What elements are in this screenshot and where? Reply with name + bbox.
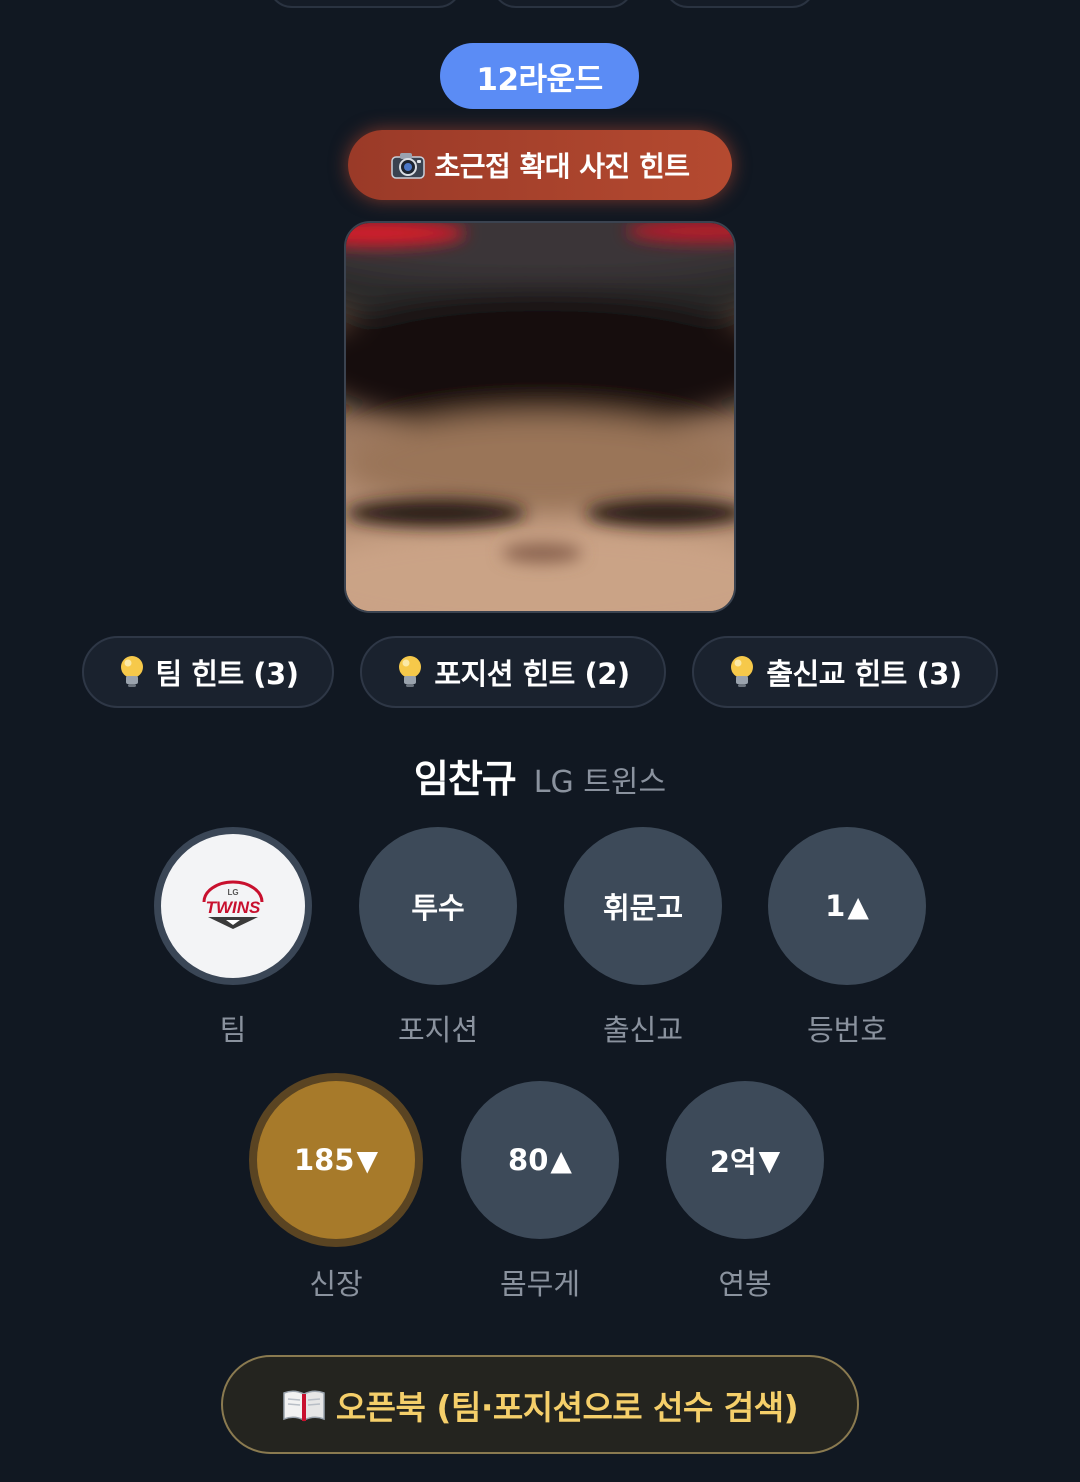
top-pill-partial[interactable] bbox=[268, 0, 462, 8]
position-hint-button[interactable]: 포지션 힌트 (2) bbox=[360, 636, 666, 708]
svg-text:LG: LG bbox=[227, 888, 238, 897]
school-circle: 휘문고 bbox=[564, 827, 722, 985]
weight-circle: 80 ▲ bbox=[461, 1081, 619, 1239]
stat-label-school: 출신교 bbox=[602, 1013, 684, 1047]
position-value: 투수 bbox=[411, 891, 465, 925]
answer-reveal: 임찬규 LG 트윈스 bbox=[0, 748, 1080, 803]
top-pill-partial[interactable] bbox=[492, 0, 634, 8]
player-team: LG 트윈스 bbox=[533, 765, 667, 800]
closeup-player-photo bbox=[344, 221, 736, 613]
stat-label-salary: 연봉 bbox=[718, 1267, 772, 1301]
number-value: 1 bbox=[825, 889, 846, 923]
salary-value: 2억 bbox=[709, 1145, 757, 1179]
stat-weight: 80 ▲ 몸무게 bbox=[461, 1081, 619, 1303]
lg-twins-logo: LG TWINS bbox=[202, 880, 264, 929]
position-hint-label: 포지션 힌트 (2) bbox=[434, 657, 630, 691]
number-circle: 1 ▲ bbox=[768, 827, 926, 985]
player-name: 임찬규 bbox=[413, 757, 517, 801]
team-logo-circle: LG TWINS bbox=[154, 827, 312, 985]
top-pill-partial[interactable] bbox=[664, 0, 816, 8]
stat-label-number: 등번호 bbox=[806, 1013, 888, 1047]
game-screen: 12라운드 초근접 확대 사진 힌트 팀 힌트 (3) 포지션 힌트 (2) 출… bbox=[0, 0, 1080, 1482]
team-hint-button[interactable]: 팀 힌트 (3) bbox=[82, 636, 334, 708]
openbook-search-button[interactable]: 오픈북 (팀·포지션으로 선수 검색) bbox=[221, 1355, 859, 1454]
stat-school: 휘문고 출신교 bbox=[564, 827, 722, 1049]
school-hint-label: 출신교 힌트 (3) bbox=[766, 657, 962, 691]
arrow-down-icon: ▼ bbox=[356, 1143, 379, 1177]
school-value: 휘문고 bbox=[602, 891, 684, 925]
stat-label-height: 신장 bbox=[309, 1267, 363, 1301]
stat-salary: 2억 ▼ 연봉 bbox=[666, 1081, 824, 1303]
height-value: 185 bbox=[293, 1143, 355, 1177]
camera-icon bbox=[390, 150, 426, 180]
round-badge: 12라운드 bbox=[440, 43, 639, 109]
stat-position: 투수 포지션 bbox=[359, 827, 517, 1049]
stat-label-position: 포지션 bbox=[397, 1013, 479, 1047]
school-hint-button[interactable]: 출신교 힌트 (3) bbox=[692, 636, 998, 708]
stat-number: 1 ▲ 등번호 bbox=[768, 827, 926, 1049]
closeup-photo-hint-button[interactable]: 초근접 확대 사진 힌트 bbox=[348, 130, 732, 200]
openbook-label: 오픈북 (팀·포지션으로 선수 검색) bbox=[335, 1387, 799, 1427]
stat-team: LG TWINS 팀 bbox=[154, 827, 312, 1049]
lightbulb-icon bbox=[396, 654, 424, 690]
lightbulb-icon bbox=[728, 654, 756, 690]
lightbulb-icon bbox=[118, 654, 146, 690]
open-book-icon bbox=[282, 1388, 326, 1422]
arrow-down-icon: ▼ bbox=[758, 1143, 781, 1177]
blurred-face-image bbox=[346, 223, 734, 611]
arrow-up-icon: ▲ bbox=[847, 889, 869, 923]
height-circle: 185 ▼ bbox=[257, 1081, 415, 1239]
team-hint-label: 팀 힌트 (3) bbox=[155, 657, 299, 691]
photo-hint-label: 초근접 확대 사진 힌트 bbox=[434, 150, 690, 183]
svg-text:TWINS: TWINS bbox=[206, 898, 261, 917]
stat-label-team: 팀 bbox=[219, 1013, 247, 1047]
arrow-up-icon: ▲ bbox=[550, 1143, 572, 1177]
weight-value: 80 bbox=[508, 1143, 549, 1177]
position-circle: 투수 bbox=[359, 827, 517, 985]
stat-height: 185 ▼ 신장 bbox=[257, 1081, 415, 1303]
salary-circle: 2억 ▼ bbox=[666, 1081, 824, 1239]
stat-label-weight: 몸무게 bbox=[499, 1267, 581, 1301]
